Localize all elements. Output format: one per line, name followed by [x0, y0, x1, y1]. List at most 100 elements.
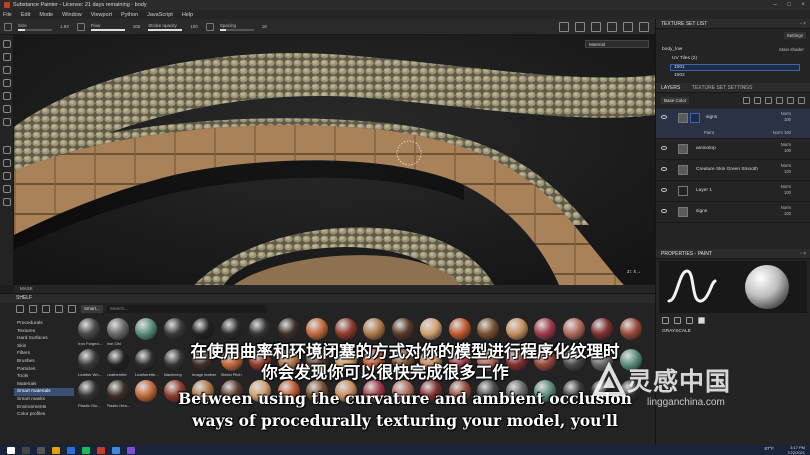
shelf-material[interactable]	[192, 318, 214, 341]
spacing-param[interactable]: Spacing	[219, 23, 254, 31]
shelf-material[interactable]	[220, 380, 243, 403]
texture-set-shader[interactable]: Main shader	[779, 47, 804, 52]
shelf-material[interactable]	[306, 318, 328, 341]
tab-texture-set-settings[interactable]: TEXTURE SET SETTINGS	[692, 85, 753, 91]
shelf-material[interactable]	[277, 349, 300, 372]
shelf-material[interactable]	[363, 318, 385, 341]
smudge-icon[interactable]	[3, 92, 11, 100]
add-effect-icon[interactable]	[743, 97, 750, 104]
shelf-material[interactable]	[591, 349, 613, 372]
menu-javascript[interactable]: JavaScript	[147, 12, 173, 18]
stroke-link-icon[interactable]	[205, 22, 214, 31]
add-fill-layer-icon[interactable]	[765, 97, 772, 104]
layer-blend-mode[interactable]: Norm 100	[781, 205, 791, 217]
shelf-material[interactable]	[135, 380, 157, 403]
flow-slider[interactable]	[90, 28, 125, 31]
shelf-material[interactable]	[135, 318, 157, 341]
spacing-slider[interactable]	[219, 28, 254, 31]
visibility-eye-icon[interactable]	[661, 167, 667, 171]
menu-python[interactable]: Python	[121, 12, 138, 18]
shelf-material[interactable]	[306, 380, 328, 403]
menu-help[interactable]: Help	[182, 12, 193, 18]
weather-status[interactable]: 87°F	[764, 446, 774, 451]
minimize-icon[interactable]: –	[768, 0, 782, 10]
maximize-icon[interactable]: □	[782, 0, 796, 10]
shelf-grid-view-icon[interactable]	[29, 305, 37, 313]
view-mode-icon[interactable]	[623, 22, 633, 32]
shelf-category[interactable]: Environments	[14, 404, 74, 412]
shelf-material[interactable]	[619, 380, 642, 403]
bake-icon[interactable]	[3, 146, 11, 154]
shelf-material[interactable]	[334, 318, 357, 341]
shelf-material[interactable]	[420, 380, 442, 403]
shelf-material[interactable]	[163, 318, 186, 341]
shelf-material[interactable]	[249, 349, 271, 372]
shelf-category[interactable]: Tools	[14, 373, 74, 381]
shelf-category[interactable]: Hard Surfaces	[14, 335, 74, 343]
menu-edit[interactable]: Edit	[21, 12, 30, 18]
layer-row[interactable]: amniotop Norm 100	[656, 140, 810, 160]
shelf-material[interactable]	[562, 318, 585, 341]
spotify-icon[interactable]	[82, 446, 90, 454]
layer-blend-mode[interactable]: Norm 100	[781, 184, 791, 196]
shelf-material[interactable]: Iron Forged...	[78, 318, 102, 346]
shelf-category[interactable]: Textures	[14, 328, 74, 336]
shelf-category[interactable]: Materials	[14, 381, 74, 389]
menu-viewport[interactable]: Viewport	[91, 12, 112, 18]
visibility-eye-icon[interactable]	[661, 146, 667, 150]
viewport-channel-dropdown[interactable]: Material	[585, 40, 649, 48]
shelf-search-input[interactable]: Search...	[106, 305, 267, 313]
browser-icon[interactable]	[67, 446, 75, 454]
visibility-eye-icon[interactable]	[661, 209, 667, 213]
menu-window[interactable]: Window	[62, 12, 82, 18]
shelf-material[interactable]	[562, 380, 585, 403]
shelf-material[interactable]: Image leather	[192, 349, 216, 377]
symmetry-icon[interactable]	[559, 22, 569, 32]
shelf-material[interactable]	[334, 349, 357, 372]
shelf-material[interactable]	[591, 380, 613, 403]
brush-preset-icon[interactable]	[4, 22, 12, 31]
windows-start-icon[interactable]	[7, 446, 15, 454]
menu-file[interactable]: File	[3, 12, 12, 18]
shelf-material[interactable]: Plastic Glo...	[78, 380, 100, 408]
shelf-material[interactable]	[591, 318, 613, 341]
shelf-material[interactable]	[477, 349, 499, 372]
shelf-material[interactable]	[220, 318, 243, 341]
layer-effect-name[interactable]: Paint	[704, 130, 714, 135]
shelf-material[interactable]: Leather Wo...	[78, 349, 102, 377]
shelf-material[interactable]	[391, 349, 414, 372]
menu-mode[interactable]: Mode	[39, 12, 53, 18]
shelf-material[interactable]	[619, 349, 642, 372]
shelf-material[interactable]	[448, 318, 471, 341]
render-icon[interactable]	[607, 22, 617, 32]
shelf-material[interactable]	[505, 318, 528, 341]
brush-settings-icon[interactable]	[662, 317, 669, 324]
texture-set-row[interactable]: body_low	[662, 47, 682, 52]
shelf-material[interactable]	[534, 349, 556, 372]
shelf-material[interactable]	[334, 380, 357, 403]
shelf-category[interactable]: Procedurals	[14, 320, 74, 328]
shelf-import-icon[interactable]	[42, 305, 50, 313]
shelf-material[interactable]: Machinery	[163, 349, 186, 377]
creature-model-render[interactable]	[14, 35, 655, 285]
layer-blend-mode[interactable]: Norm 100	[781, 142, 791, 154]
shelf-list-view-icon[interactable]	[16, 305, 24, 313]
app-icon[interactable]	[112, 446, 120, 454]
camera-icon[interactable]	[575, 22, 585, 32]
material-icon[interactable]	[698, 317, 705, 324]
display-settings-icon[interactable]	[639, 22, 649, 32]
shelf-material[interactable]	[477, 318, 499, 341]
size-link-icon[interactable]	[76, 22, 85, 31]
shelf-category[interactable]: Brushes	[14, 358, 74, 366]
history-icon[interactable]	[3, 159, 11, 167]
shelf-category[interactable]: Smart masks	[14, 396, 74, 404]
shelf-material[interactable]	[420, 318, 442, 341]
file-explorer-icon[interactable]	[52, 446, 60, 454]
size-slider[interactable]	[18, 28, 52, 31]
shelf-category[interactable]: Skin	[14, 343, 74, 351]
stroke-opacity-param[interactable]: Stroke opacity	[148, 23, 183, 31]
eraser-icon[interactable]	[3, 53, 11, 61]
delete-layer-icon[interactable]	[798, 97, 805, 104]
color-picker-icon[interactable]	[3, 118, 11, 126]
size-value[interactable]: 1.93	[60, 24, 69, 29]
